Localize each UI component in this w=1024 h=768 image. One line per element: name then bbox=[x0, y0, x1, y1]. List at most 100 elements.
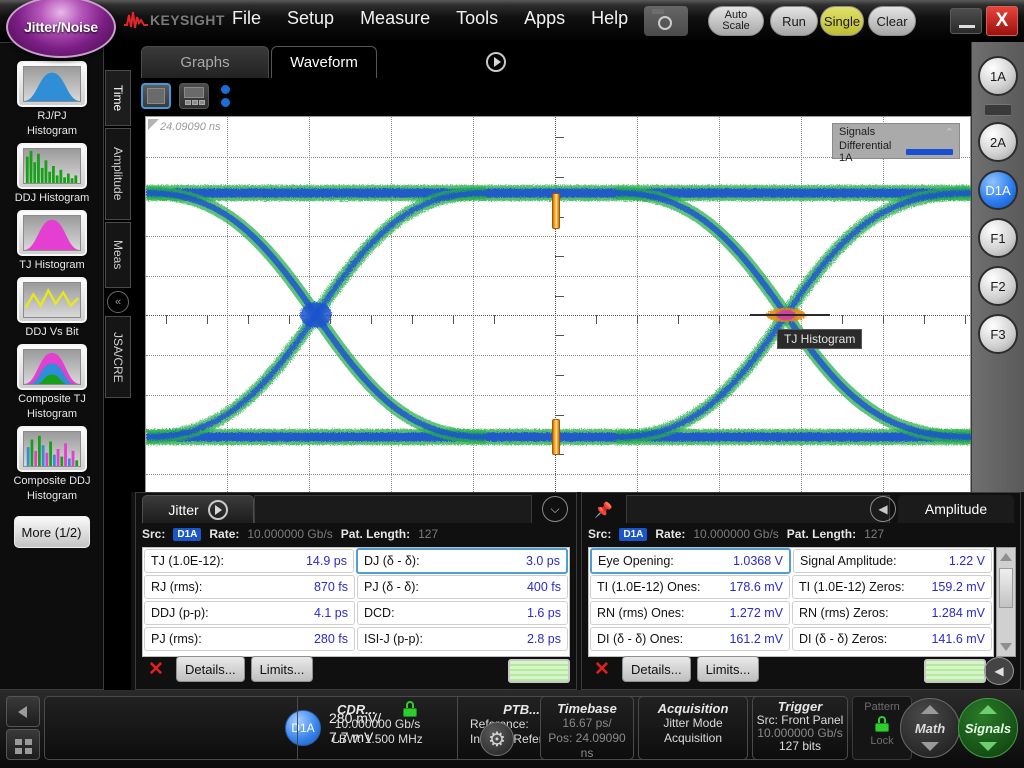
channel-button-f3[interactable]: F3 bbox=[978, 314, 1018, 354]
amplitude-close-measurements-button[interactable]: ✕ bbox=[588, 656, 616, 682]
measurement-cell-rn-zeros[interactable]: RN (rms) Zeros: 1.284 mV bbox=[792, 601, 992, 625]
measurement-cell-ddj[interactable]: DDJ (p-p): 4.1 ps bbox=[144, 601, 355, 625]
jitter-close-measurements-button[interactable]: ✕ bbox=[142, 656, 170, 682]
timebase-status-box[interactable]: Timebase 16.67 ps/ Pos: 24.09090 ns bbox=[540, 696, 634, 760]
nav-previous-button[interactable] bbox=[6, 696, 40, 727]
sidebar-item-ddj-histogram[interactable]: DDJ Histogram bbox=[0, 143, 104, 204]
tj-histogram-annotation[interactable]: TJ Histogram bbox=[777, 329, 862, 349]
auto-scale-button[interactable]: Auto Scale bbox=[708, 6, 764, 36]
more-button[interactable]: More (1/2) bbox=[14, 516, 90, 548]
channel-drag-handle[interactable] bbox=[985, 104, 1011, 116]
axis-tick-4 bbox=[289, 315, 290, 324]
measurement-marker-top[interactable] bbox=[552, 193, 560, 229]
sidebar-item-composite-ddj-histogram[interactable]: Composite DDJ Histogram bbox=[0, 426, 104, 502]
vtab-amplitude[interactable]: Amplitude bbox=[105, 128, 131, 220]
vtab-jsa-cre[interactable]: JSA/CRE bbox=[105, 316, 131, 398]
axis-tick-13 bbox=[719, 315, 720, 324]
sidebar-item-tj-histogram[interactable]: TJ Histogram bbox=[0, 210, 104, 271]
menu-apps[interactable]: Apps bbox=[524, 8, 565, 29]
amplitude-limits-button[interactable]: Limits... bbox=[697, 656, 760, 682]
channel-button-f1[interactable]: F1 bbox=[978, 218, 1018, 258]
tab-jitter[interactable]: Jitter bbox=[142, 495, 254, 523]
sidebar-item-ddj-vs-bit[interactable]: DDJ Vs Bit bbox=[0, 277, 104, 338]
measurement-cell-ti-ones[interactable]: TI (1.0E-12) Ones: 178.6 mV bbox=[590, 575, 790, 599]
amp-rate-value: 10.000000 Gb/s bbox=[693, 527, 778, 541]
measurement-cell-tj[interactable]: TJ (1.0E-12): 14.9 ps bbox=[144, 549, 354, 573]
collapse-panel-icon[interactable]: « bbox=[107, 291, 129, 313]
minimize-button[interactable] bbox=[950, 8, 982, 34]
signals-knob[interactable]: Signals bbox=[958, 698, 1018, 758]
eye-diagram-plot[interactable]: 24.09090 ns bbox=[145, 116, 971, 521]
vtab-meas[interactable]: Meas bbox=[105, 222, 131, 288]
channel-button-f2[interactable]: F2 bbox=[978, 266, 1018, 306]
legend-collapse-icon[interactable]: ⌃ bbox=[945, 126, 954, 139]
measurement-cell-rj[interactable]: RJ (rms): 870 fs bbox=[144, 575, 355, 599]
math-down-arrow-icon[interactable] bbox=[921, 742, 939, 751]
acquisition-title: Acquisition bbox=[639, 701, 747, 716]
measurement-cell-dcd[interactable]: DCD: 1.6 ps bbox=[357, 601, 568, 625]
sidebar-item-rjpj-histogram[interactable]: RJ/PJ Histogram bbox=[0, 61, 104, 137]
marker-dots-icon[interactable] bbox=[221, 85, 230, 107]
measurement-cell-ti-zeros[interactable]: TI (1.0E-12) Zeros: 159.2 mV bbox=[792, 575, 992, 599]
sidebar-item-composite-tj-histogram[interactable]: Composite TJ Histogram bbox=[0, 344, 104, 420]
pin-icon[interactable]: 📌 bbox=[594, 501, 613, 519]
menu-setup[interactable]: Setup bbox=[287, 8, 334, 29]
collapse-measurements-icon[interactable]: ⌵ bbox=[542, 496, 568, 522]
tab-waveform[interactable]: Waveform bbox=[271, 46, 377, 78]
channel-button-d1a[interactable]: D1A bbox=[978, 170, 1018, 210]
signals-down-arrow-icon[interactable] bbox=[979, 742, 997, 751]
math-up-arrow-icon[interactable] bbox=[921, 705, 939, 714]
panel-scroll-left-button[interactable]: ◀ bbox=[984, 657, 1014, 685]
nav-grid-button[interactable] bbox=[6, 729, 40, 760]
menu-file[interactable]: File bbox=[232, 8, 261, 29]
gear-icon[interactable]: ⚙ bbox=[480, 722, 514, 756]
clear-button[interactable]: Clear bbox=[868, 6, 916, 36]
amplitude-status-indicator[interactable] bbox=[924, 659, 986, 683]
close-button[interactable]: X bbox=[986, 6, 1018, 36]
math-knob-label: Math bbox=[915, 721, 945, 736]
menu-tools[interactable]: Tools bbox=[456, 8, 498, 29]
signals-up-arrow-icon[interactable] bbox=[979, 705, 997, 714]
channel-button-2a[interactable]: 2A bbox=[978, 122, 1018, 162]
amplitude-details-button[interactable]: Details... bbox=[622, 656, 691, 682]
jitter-limits-button[interactable]: Limits... bbox=[251, 656, 314, 682]
measurement-cell-dj[interactable]: DJ (δ - δ): 3.0 ps bbox=[356, 548, 568, 574]
signals-legend[interactable]: ⌃ Signals Differential 1A bbox=[832, 123, 960, 159]
vtab-time[interactable]: Time bbox=[105, 70, 131, 126]
camera-icon[interactable] bbox=[644, 6, 688, 36]
jitter-play-icon[interactable] bbox=[208, 500, 228, 520]
measurement-cell-rn-ones[interactable]: RN (rms) Ones: 1.272 mV bbox=[590, 601, 790, 625]
measurement-cell-di-zeros[interactable]: DI (δ - δ) Zeros: 141.6 mV bbox=[792, 627, 992, 651]
acquisition-status-box[interactable]: Acquisition Jitter Mode Acquisition bbox=[638, 696, 748, 760]
trigger-title: Trigger bbox=[753, 699, 847, 714]
channel-button-1a[interactable]: 1A bbox=[978, 56, 1018, 96]
amplitude-table-scrollbar[interactable] bbox=[996, 547, 1016, 657]
axis-tick-7 bbox=[412, 315, 413, 324]
measurement-cell-isij[interactable]: ISI-J (p-p): 2.8 ps bbox=[357, 627, 568, 651]
scroll-up-arrow-icon[interactable] bbox=[1000, 553, 1012, 561]
tab-amplitude[interactable]: Amplitude bbox=[898, 495, 1014, 523]
scroll-down-arrow-icon[interactable] bbox=[1000, 643, 1012, 651]
math-knob[interactable]: Math bbox=[900, 698, 960, 758]
measurement-cell-signal-amplitude[interactable]: Signal Amplitude: 1.22 V bbox=[793, 549, 992, 573]
single-button[interactable]: Single bbox=[820, 6, 864, 36]
trigger-status-box[interactable]: Trigger Src: Front Panel 10.000000 Gb/s … bbox=[752, 696, 848, 760]
measurement-cell-di-ones[interactable]: DI (δ - δ) Ones: 161.2 mV bbox=[590, 627, 790, 651]
tab-graphs[interactable]: Graphs bbox=[141, 46, 269, 78]
scroll-left-panel-icon[interactable]: ◀ bbox=[870, 496, 896, 522]
jitter-details-button[interactable]: Details... bbox=[176, 656, 245, 682]
scrollbar-thumb[interactable] bbox=[999, 568, 1013, 608]
multi-pane-layout-button[interactable] bbox=[179, 83, 209, 109]
measurement-marker-bottom[interactable] bbox=[552, 419, 560, 455]
menu-help[interactable]: Help bbox=[591, 8, 628, 29]
run-button[interactable]: Run bbox=[770, 6, 818, 36]
jitter-status-indicator[interactable] bbox=[508, 659, 570, 683]
measurement-cell-eye-opening[interactable]: Eye Opening: 1.0368 V bbox=[590, 548, 791, 574]
menu-measure[interactable]: Measure bbox=[360, 8, 430, 29]
single-pane-layout-button[interactable] bbox=[141, 83, 171, 109]
cdr-status-box[interactable]: CDR... 10.000000 Gb/s LBW: 1.500 MHz bbox=[297, 697, 457, 759]
waveform-play-icon[interactable] bbox=[486, 52, 506, 72]
measurement-cell-pj-dd[interactable]: PJ (δ - δ): 400 fs bbox=[357, 575, 568, 599]
bell-curve-blue-icon bbox=[23, 66, 81, 102]
measurement-cell-pj-rms[interactable]: PJ (rms): 280 fs bbox=[144, 627, 355, 651]
